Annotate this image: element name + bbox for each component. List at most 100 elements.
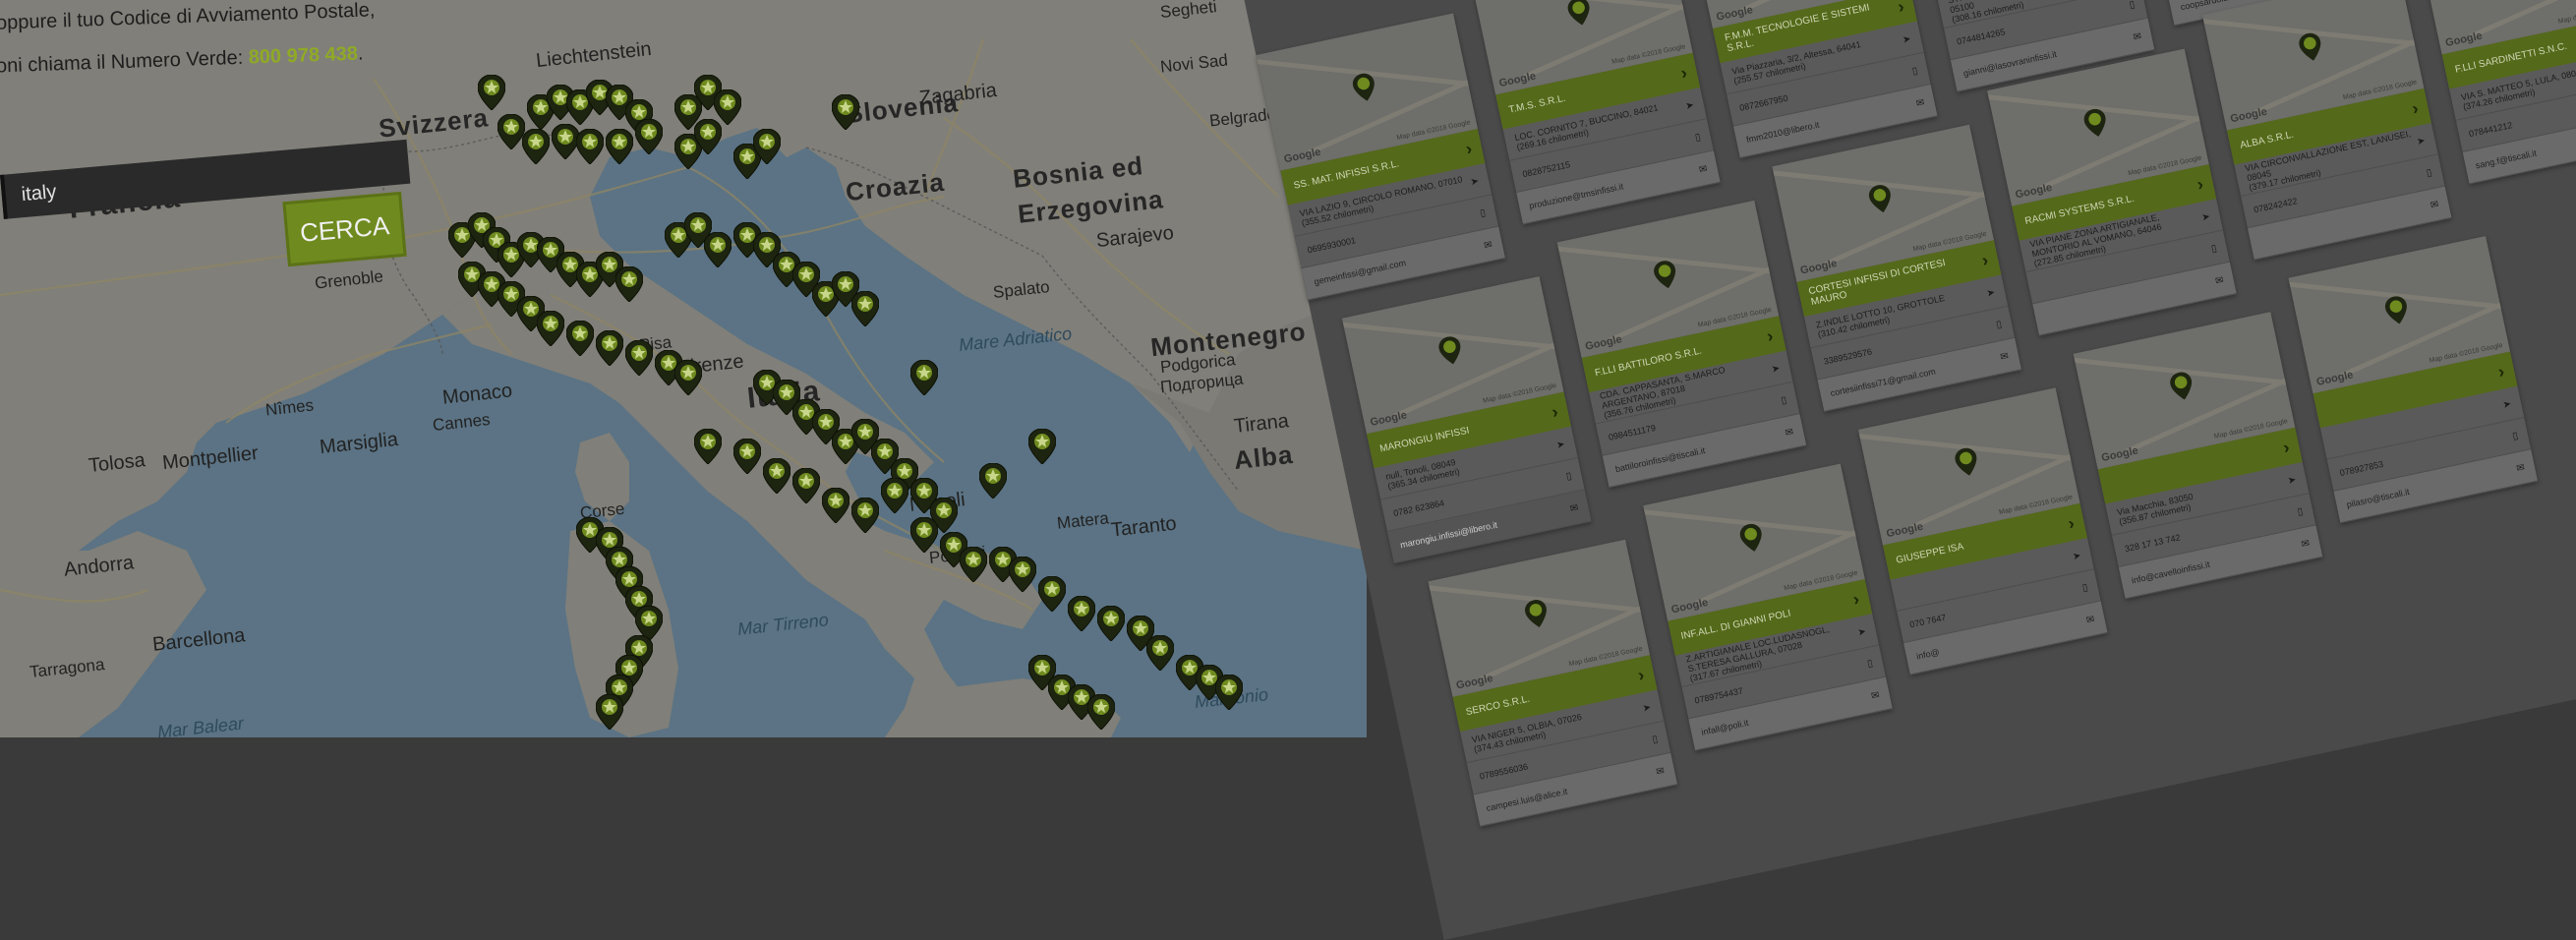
result-card[interactable]: Google Map data ©2018 Google F.LLI BATTI… (1556, 200, 1807, 488)
result-card[interactable]: Google Map data ©2018 Google T.M.S. S.R.… (1471, 0, 1721, 225)
card-phone[interactable]: 0695930001 (1307, 235, 1357, 255)
chevron-right-icon[interactable]: › (1679, 62, 1689, 84)
chevron-right-icon[interactable]: › (1851, 588, 1861, 610)
card-phone[interactable]: 328 17 13 742 (2124, 532, 2181, 554)
card-email[interactable]: sang.f@tiscali.it (2475, 148, 2538, 171)
card-email[interactable]: gemeinfissi@gmail.com (1314, 258, 1407, 287)
map-pin-icon[interactable] (596, 330, 623, 366)
mail-icon[interactable]: ✉ (1785, 426, 1794, 439)
result-card[interactable]: Google Map data ©2018 Google ALBA S.R.L.… (2201, 0, 2452, 261)
search-input[interactable] (18, 165, 221, 208)
location-arrow-icon[interactable]: ➤ (1986, 287, 1996, 300)
map-pin-icon[interactable] (576, 129, 604, 164)
result-card[interactable]: Google Map data ©2018 Google RACMI SYSTE… (1987, 48, 2237, 336)
location-arrow-icon[interactable]: ➤ (1856, 626, 1866, 639)
phone-icon[interactable]: ▯ (2129, 0, 2137, 11)
mail-icon[interactable]: ✉ (2301, 538, 2311, 551)
map-pin-icon[interactable] (615, 266, 643, 302)
result-card[interactable]: Google Map data ©2018 Google › ➤ 0789278… (2288, 236, 2539, 524)
map-pin-icon[interactable] (851, 291, 879, 326)
map-pin-icon[interactable] (537, 311, 564, 346)
card-phone[interactable]: 078927853 (2339, 459, 2384, 478)
card-email[interactable]: campesi.luis@alice.it (1486, 787, 1568, 813)
map-pin-icon[interactable] (763, 458, 790, 494)
phone-icon[interactable]: ▯ (1565, 470, 1573, 482)
card-phone[interactable]: 0872667950 (1738, 93, 1788, 113)
card-phone[interactable]: 070 7647 (1908, 613, 1947, 630)
map-pin-icon[interactable] (522, 129, 550, 164)
map-pin-icon[interactable] (704, 232, 732, 267)
card-phone[interactable]: 0828752115 (1522, 159, 1571, 179)
mail-icon[interactable]: ✉ (1483, 239, 1493, 252)
chevron-right-icon[interactable]: › (1636, 665, 1646, 686)
map-pin-icon[interactable] (625, 340, 653, 376)
phone-icon[interactable]: ▯ (1911, 65, 1919, 77)
map-pin-icon[interactable] (1068, 596, 1095, 631)
mail-icon[interactable]: ✉ (1655, 765, 1665, 778)
mail-icon[interactable]: ✉ (2133, 30, 2142, 43)
map-pin-icon[interactable] (478, 75, 505, 110)
card-email[interactable]: info@ (1915, 647, 1940, 662)
result-card[interactable]: Google Map data ©2018 Google INF.ALL. DI… (1643, 463, 1893, 751)
chevron-right-icon[interactable]: › (1765, 325, 1775, 347)
location-arrow-icon[interactable]: ➤ (2416, 135, 2426, 147)
map-panel[interactable]: oppure il tuo Codice di Avviamento Posta… (0, 0, 1367, 737)
map-pin-icon[interactable] (596, 694, 623, 730)
map-pin-icon[interactable] (1146, 635, 1174, 671)
map-pin-icon[interactable] (910, 517, 938, 553)
map-pin-icon[interactable] (881, 478, 908, 513)
card-phone[interactable]: 0789754437 (1694, 685, 1744, 705)
map-pin-icon[interactable] (674, 360, 702, 395)
location-arrow-icon[interactable]: ➤ (2200, 211, 2210, 224)
card-email[interactable]: pilasro@tiscali.it (2346, 487, 2411, 509)
location-arrow-icon[interactable]: ➤ (1684, 99, 1694, 112)
phone-icon[interactable]: ▯ (1694, 132, 1702, 144)
mail-icon[interactable]: ✉ (1569, 502, 1579, 515)
map-pin-icon[interactable] (1087, 694, 1115, 730)
chevron-right-icon[interactable]: › (2195, 173, 2205, 195)
map-pin-icon[interactable] (635, 119, 663, 154)
chevron-right-icon[interactable]: › (2281, 437, 2291, 458)
map-pin-icon[interactable] (822, 488, 849, 523)
result-card[interactable]: Google Map data ©2018 Google › Via Macch… (2073, 312, 2323, 600)
phone-icon[interactable]: ▯ (2210, 243, 2218, 255)
phone-icon[interactable]: ▯ (2511, 430, 2519, 441)
map-pin-icon[interactable] (753, 129, 781, 164)
card-phone[interactable]: 0984511179 (1608, 423, 1657, 442)
map-pin-icon[interactable] (910, 360, 938, 395)
location-arrow-icon[interactable]: ➤ (2072, 550, 2081, 562)
phone-icon[interactable]: ▯ (2081, 582, 2089, 594)
phone-icon[interactable]: ▯ (1479, 207, 1487, 219)
map-pin-icon[interactable] (694, 119, 722, 154)
card-phone[interactable]: 0782 623864 (1392, 498, 1444, 518)
chevron-right-icon[interactable]: › (2410, 97, 2420, 119)
map-pin-icon[interactable] (694, 429, 722, 464)
phone-icon[interactable]: ▯ (1866, 658, 1874, 670)
chevron-right-icon[interactable]: › (2496, 361, 2506, 382)
map-pin-icon[interactable] (832, 94, 859, 130)
map-pin-icon[interactable] (498, 114, 525, 149)
map-pin-icon[interactable] (851, 498, 879, 533)
result-card[interactable]: Google Map data ©2018 Google SERCO S.R.L… (1428, 539, 1678, 827)
card-email[interactable]: battiloroinfissi@tiscali.it (1614, 445, 1706, 474)
mail-icon[interactable]: ✉ (1870, 689, 1880, 702)
location-arrow-icon[interactable]: ➤ (1902, 33, 1911, 46)
location-arrow-icon[interactable]: ➤ (2287, 474, 2297, 487)
result-card[interactable]: Google Map data ©2018 Google CORTESI INF… (1772, 124, 2021, 412)
location-arrow-icon[interactable]: ➤ (1771, 363, 1781, 376)
phone-icon[interactable]: ▯ (2297, 505, 2305, 517)
map-pin-icon[interactable] (552, 124, 579, 159)
map-pin-icon[interactable] (1215, 675, 1243, 710)
chevron-right-icon[interactable]: › (2066, 512, 2076, 534)
map-pin-icon[interactable] (960, 547, 987, 582)
toll-free-number[interactable]: 800 978 438 (248, 43, 358, 69)
card-phone[interactable]: 078441212 (2468, 120, 2513, 139)
location-arrow-icon[interactable]: ➤ (2502, 398, 2512, 411)
mail-icon[interactable]: ✉ (1915, 96, 1925, 109)
chevron-right-icon[interactable]: › (1464, 138, 1474, 159)
mail-icon[interactable]: ✉ (2085, 614, 2095, 626)
phone-icon[interactable]: ▯ (2426, 167, 2433, 179)
mail-icon[interactable]: ✉ (2214, 274, 2224, 287)
phone-icon[interactable]: ▯ (1781, 394, 1788, 406)
result-card[interactable]: Google Map data ©2018 Google F.LLI SARDI… (2417, 0, 2576, 185)
